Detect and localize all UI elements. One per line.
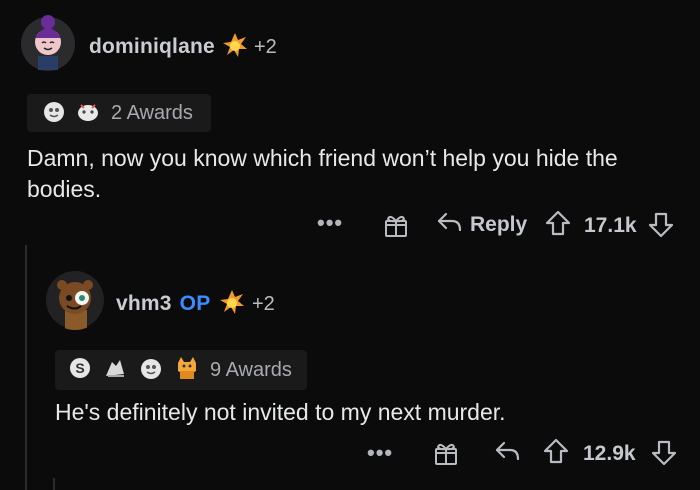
upvote-icon[interactable]: [543, 438, 569, 464]
upvote-icon[interactable]: [545, 210, 571, 236]
comment-username[interactable]: dominiqlane: [89, 35, 215, 59]
more-dots-icon[interactable]: •••: [317, 210, 343, 236]
award-silver-icon: [41, 99, 67, 128]
awards-count-label: 9 Awards: [210, 358, 292, 381]
avatar-vhm3-icon: [46, 271, 104, 330]
award-hands-icon: [102, 356, 128, 385]
awards-pill[interactable]: 2 Awards: [27, 94, 211, 132]
flair-extra-count: +2: [254, 36, 277, 58]
vote-count: 17.1k: [584, 214, 637, 237]
more-dots-icon[interactable]: •••: [367, 440, 393, 466]
comment-username[interactable]: vhm3 OP: [116, 292, 210, 316]
flair-extra-count: +2: [252, 293, 275, 315]
reply-label: Reply: [470, 212, 528, 236]
explosion-flair-icon: [219, 288, 245, 321]
username-text: vhm3: [116, 292, 172, 315]
reply-arrow-icon: [436, 211, 462, 238]
gift-award-icon[interactable]: [383, 212, 409, 238]
avatar[interactable]: [20, 12, 76, 72]
avatar-dominiqlane-icon: [21, 15, 75, 71]
award-coin-icon: S: [68, 356, 92, 385]
reply-button[interactable]: [494, 440, 520, 467]
comment-body: Damn, now you know which friend won’t he…: [27, 145, 618, 202]
explosion-flair-icon: [222, 31, 248, 64]
awards-count-label: 2 Awards: [111, 101, 193, 124]
reply-arrow-icon: [494, 440, 520, 467]
downvote-icon[interactable]: [651, 440, 677, 466]
reply-button[interactable]: Reply: [436, 211, 527, 238]
downvote-icon[interactable]: [648, 212, 674, 238]
comment-body: He's definitely not invited to my next m…: [55, 399, 506, 425]
award-wholesome-icon: [75, 99, 101, 128]
op-badge: OP: [179, 292, 211, 315]
award-silver-icon: [138, 356, 164, 385]
awards-pill[interactable]: S 9 Awards: [55, 350, 307, 390]
comment-actions: ••• Reply 17.1k: [0, 208, 700, 240]
award-cat-icon: [174, 355, 200, 386]
gift-award-icon[interactable]: [433, 440, 459, 466]
comment-actions: ••• 12.9k: [0, 436, 700, 468]
thread-line-2: [53, 478, 55, 490]
svg-text:S: S: [75, 360, 84, 376]
vote-count: 12.9k: [583, 442, 636, 465]
avatar[interactable]: [45, 270, 105, 330]
